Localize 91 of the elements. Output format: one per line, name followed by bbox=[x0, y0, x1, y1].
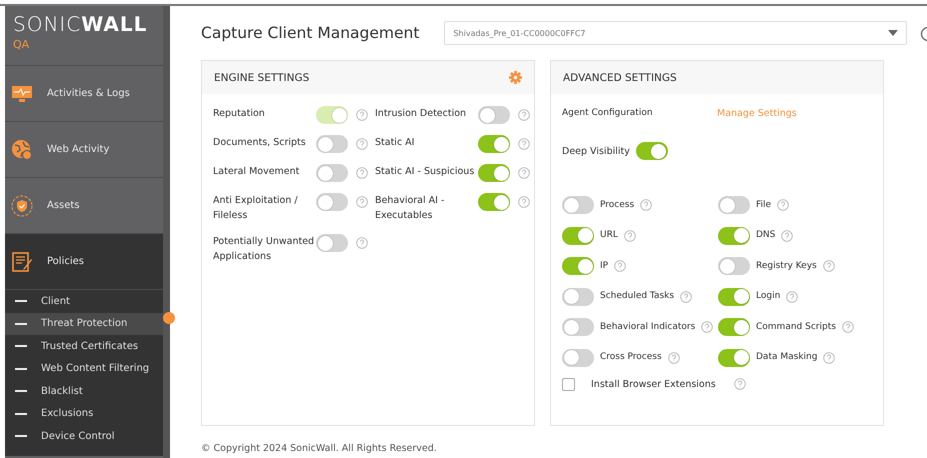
help-icon[interactable] bbox=[624, 230, 636, 242]
page-title: Capture Client Management bbox=[201, 24, 420, 42]
toggle-switch[interactable] bbox=[718, 226, 750, 244]
caret-icon bbox=[888, 30, 898, 36]
toggle-switch[interactable] bbox=[718, 288, 750, 306]
help-icon[interactable] bbox=[701, 321, 714, 333]
help-icon[interactable] bbox=[356, 138, 368, 150]
help-icon[interactable] bbox=[356, 109, 368, 121]
checkbox[interactable] bbox=[562, 378, 575, 390]
help-icon[interactable] bbox=[777, 199, 790, 211]
help-icon[interactable] bbox=[668, 352, 680, 364]
help-icon[interactable] bbox=[614, 260, 626, 272]
setting-label: URL bbox=[600, 229, 618, 242]
monitor-icon bbox=[11, 84, 33, 102]
environment-label: QA bbox=[13, 38, 30, 51]
panel-title: ENGINE SETTINGS bbox=[214, 72, 310, 84]
nav-subitem[interactable]: Client bbox=[5, 290, 163, 312]
help-icon[interactable] bbox=[822, 260, 835, 272]
setting-label: Deep Visibility bbox=[562, 144, 630, 158]
nav-subitem[interactable]: Threat Protection bbox=[5, 312, 163, 335]
setting-label: Cross Process bbox=[600, 351, 662, 364]
setting-label: Agent Configuration bbox=[562, 108, 654, 118]
globe-icon bbox=[11, 138, 33, 160]
shield-icon bbox=[11, 194, 33, 216]
toggle-switch[interactable] bbox=[562, 226, 594, 244]
resize-handle[interactable] bbox=[163, 312, 175, 324]
setting-label: Reputation bbox=[213, 107, 266, 121]
setting-label: Command Scripts bbox=[756, 320, 836, 334]
setting-label: File bbox=[756, 198, 772, 212]
setting-label: Registry Keys bbox=[756, 260, 817, 272]
toggle-switch[interactable] bbox=[316, 193, 348, 211]
toggle-switch[interactable] bbox=[316, 164, 348, 182]
setting-label: DNS bbox=[756, 229, 776, 242]
toggle-switch[interactable] bbox=[636, 142, 668, 160]
help-icon[interactable] bbox=[734, 378, 746, 390]
help-icon[interactable] bbox=[356, 167, 368, 179]
setting-label: Static AI - Suspicious bbox=[375, 165, 476, 179]
setting-label: Static AI bbox=[375, 136, 416, 150]
help-icon[interactable] bbox=[518, 196, 530, 208]
nav-subitem[interactable]: Device Control bbox=[5, 425, 163, 448]
help-icon[interactable] bbox=[518, 138, 530, 150]
toggle-switch[interactable] bbox=[562, 348, 594, 366]
help-icon[interactable] bbox=[518, 109, 530, 121]
help-icon[interactable] bbox=[781, 230, 794, 242]
help-icon[interactable] bbox=[823, 352, 836, 364]
checkbox-label: Install Browser Extensions bbox=[591, 378, 716, 392]
toggle-switch[interactable] bbox=[316, 135, 348, 153]
help-icon[interactable] bbox=[680, 290, 692, 302]
toggle-switch[interactable] bbox=[562, 257, 594, 275]
help-icon[interactable] bbox=[356, 196, 368, 208]
setting-label: Intrusion Detection bbox=[375, 107, 468, 121]
setting-label: Scheduled Tasks bbox=[600, 290, 674, 303]
setting-label: IP bbox=[600, 260, 608, 272]
toggle-switch[interactable] bbox=[562, 288, 594, 306]
help-icon[interactable] bbox=[786, 290, 798, 302]
setting-label: Login bbox=[756, 290, 780, 303]
toggle-switch[interactable] bbox=[478, 106, 510, 124]
nav-subitem[interactable]: Blacklist bbox=[5, 380, 163, 402]
logo: SONICWALL bbox=[13, 12, 148, 36]
policy-select[interactable]: Shivadas_Pre_01-CC0000C0FFC7 bbox=[444, 21, 908, 45]
toggle-switch[interactable] bbox=[718, 348, 750, 366]
toggle-switch[interactable] bbox=[718, 318, 750, 336]
panel-title: ADVANCED SETTINGS bbox=[563, 72, 677, 84]
nav-subitem[interactable]: Exclusions bbox=[5, 402, 163, 425]
setting-label: Data Masking bbox=[756, 351, 818, 364]
help-icon[interactable] bbox=[640, 199, 652, 211]
nav-subitem[interactable]: Trusted Certificates bbox=[5, 335, 163, 358]
toggle-switch[interactable] bbox=[478, 135, 510, 153]
help-icon[interactable] bbox=[356, 237, 368, 249]
nav-subitem[interactable]: Web Content Filtering bbox=[5, 358, 163, 380]
toggle-switch[interactable] bbox=[718, 257, 750, 275]
setting-label: Potentially Unwanted Applications bbox=[213, 235, 316, 264]
setting-label: Documents, Scripts bbox=[213, 136, 307, 150]
setting-label: Process bbox=[600, 198, 634, 212]
settings-icon[interactable] bbox=[509, 71, 522, 84]
toggle-switch[interactable] bbox=[718, 196, 750, 214]
toggle-switch[interactable] bbox=[316, 234, 348, 252]
toggle-switch[interactable] bbox=[478, 193, 510, 211]
setting-label: Behavioral Indicators bbox=[600, 320, 696, 334]
toggle-switch[interactable] bbox=[562, 196, 594, 214]
setting-label: Anti Exploitation / Fileless bbox=[213, 194, 299, 223]
scrollbar[interactable] bbox=[163, 6, 170, 458]
toggle-switch[interactable] bbox=[478, 164, 510, 182]
help-icon[interactable] bbox=[518, 167, 530, 179]
toggle-switch[interactable] bbox=[562, 318, 594, 336]
copyright-text: © Copyright 2024 SonicWall. All Rights Reserved. bbox=[201, 443, 438, 454]
setting-label: Behavioral AI - Executables bbox=[375, 194, 446, 223]
nav-item[interactable]: Policies bbox=[5, 234, 163, 290]
document-icon bbox=[11, 250, 33, 272]
help-icon[interactable] bbox=[842, 321, 854, 333]
setting-label: Lateral Movement bbox=[213, 165, 300, 179]
